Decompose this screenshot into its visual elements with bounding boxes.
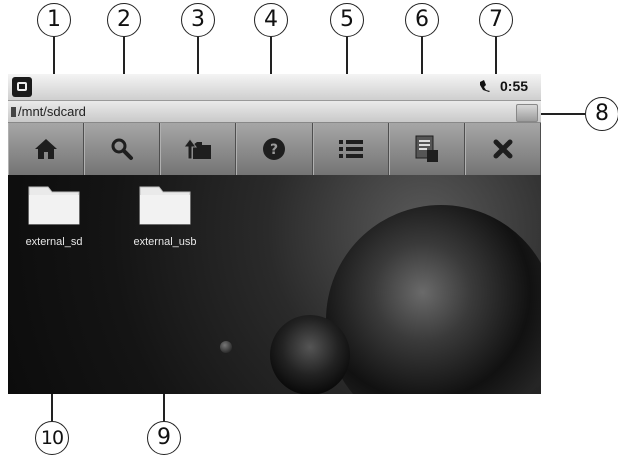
folder-icon — [139, 186, 191, 225]
phone-signal-icon — [478, 79, 492, 97]
file-item-external-sd[interactable]: external_sd — [14, 183, 94, 248]
path-bar: /mnt/sdcard — [8, 100, 541, 123]
callout-4: 4 — [254, 3, 288, 37]
toolbar: ? — [8, 123, 541, 175]
current-path: /mnt/sdcard — [18, 104, 86, 119]
status-bar: 0:55 — [8, 74, 541, 100]
help-button[interactable]: ? — [236, 123, 313, 175]
callout-7: 7 — [479, 3, 513, 37]
help-icon: ? — [263, 138, 286, 160]
file-label: external_usb — [133, 236, 197, 248]
file-label: external_sd — [25, 236, 83, 248]
wallpaper-sphere-large — [326, 205, 541, 394]
notification-app-icon[interactable] — [12, 77, 32, 97]
close-icon — [493, 139, 513, 159]
callout-8: 8 — [585, 97, 618, 131]
sdcard-icon — [11, 107, 16, 117]
callout-3: 3 — [181, 3, 215, 37]
home-icon — [35, 139, 58, 159]
list-view-button[interactable] — [312, 123, 389, 175]
callout-6: 6 — [405, 3, 439, 37]
file-browser-area: external_sd external_usb — [8, 175, 541, 394]
wallpaper-sphere-small — [270, 315, 350, 394]
file-item-external-usb[interactable]: external_usb — [125, 183, 205, 248]
path-toggle-icon[interactable] — [516, 104, 538, 122]
clipboard-icon — [415, 135, 438, 162]
search-button[interactable] — [84, 123, 161, 175]
callout-1: 1 — [37, 3, 71, 37]
callout-2: 2 — [107, 3, 141, 37]
svg-text:?: ? — [270, 142, 278, 158]
close-button[interactable] — [464, 123, 541, 175]
callout-9: 9 — [147, 421, 181, 455]
device-screen: 0:55 /mnt/sdcard ? external_sd external_… — [8, 74, 541, 394]
folder-up-button[interactable] — [160, 123, 237, 175]
callout-5: 5 — [330, 3, 364, 37]
search-icon — [111, 138, 134, 160]
clipboard-button[interactable] — [388, 123, 465, 175]
home-button[interactable] — [8, 123, 85, 175]
callout-10: 10 — [35, 421, 69, 455]
folder-up-icon — [183, 138, 212, 160]
wallpaper-sphere-tiny — [220, 341, 232, 353]
folder-icon — [28, 186, 80, 225]
status-time: 0:55 — [500, 78, 529, 94]
list-icon — [338, 140, 363, 158]
